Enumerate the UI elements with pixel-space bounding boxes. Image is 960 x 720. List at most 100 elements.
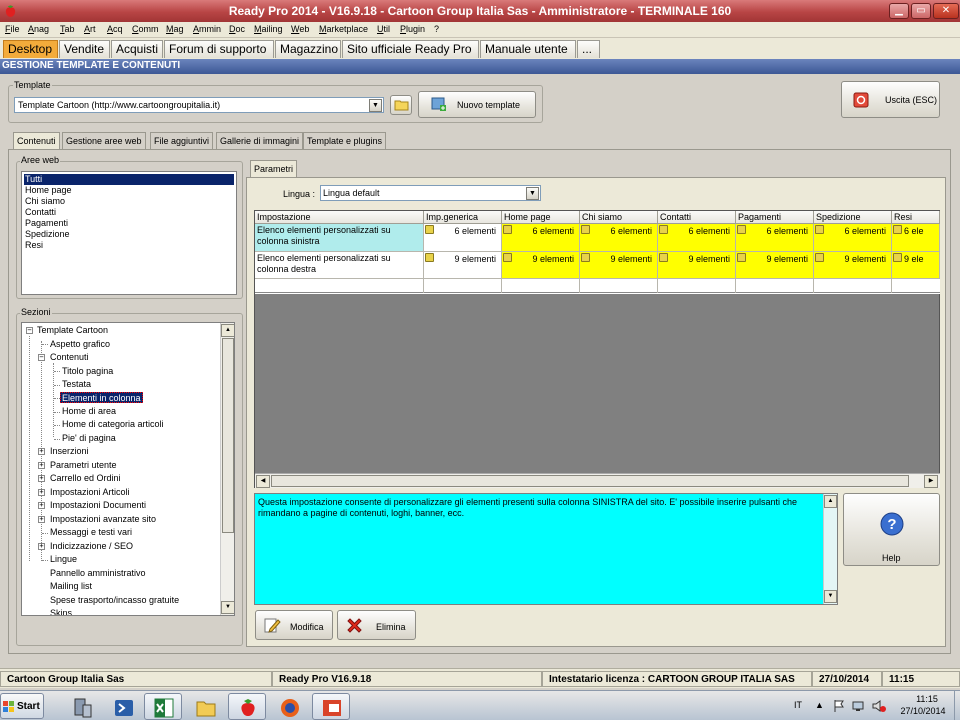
tab-acquisti[interactable]: Acquisti (111, 40, 163, 58)
expand-toggle[interactable]: + (38, 489, 45, 496)
grid-cell[interactable]: 9 elementi (424, 252, 502, 279)
tab-gallerie[interactable]: Gallerie di immagini (216, 132, 304, 149)
expand-toggle[interactable]: + (38, 516, 45, 523)
grid-cell[interactable]: 9 elementi (580, 252, 658, 279)
tab-vendite[interactable]: Vendite (59, 40, 110, 58)
tree-node-home-area[interactable]: Home di area (61, 406, 117, 417)
menu-help[interactable]: ? (434, 24, 439, 34)
collapse-toggle[interactable]: − (26, 327, 33, 334)
tree-node-titolo[interactable]: Titolo pagina (61, 366, 114, 377)
aree-web-list[interactable]: Tutti Home page Chi siamo Contatti Pagam… (21, 171, 237, 295)
tab-sito-ufficiale[interactable]: Sito ufficiale Ready Pro (342, 40, 479, 58)
grid-cell[interactable]: 6 elementi (580, 224, 658, 252)
elimina-button[interactable]: Elimina (337, 610, 416, 640)
scroll-down-icon[interactable]: ▼ (824, 590, 837, 603)
tree-node-messaggi[interactable]: Messaggi e testi vari (49, 527, 133, 538)
col-header-pagamenti[interactable]: Pagamenti (736, 211, 814, 224)
tree-node-carrello[interactable]: Carrello ed Ordini (49, 473, 122, 484)
grid-cell[interactable]: 6 elementi (502, 224, 580, 252)
network-icon[interactable] (852, 699, 866, 713)
tab-parametri[interactable]: Parametri (250, 160, 298, 178)
col-header-contatti[interactable]: Contatti (658, 211, 736, 224)
description-box[interactable]: Questa impostazione consente di personal… (254, 493, 838, 605)
scroll-down-icon[interactable]: ▼ (221, 601, 234, 614)
col-header-chi-siamo[interactable]: Chi siamo (580, 211, 658, 224)
list-item[interactable]: Chi siamo (24, 196, 66, 207)
grid-cell[interactable]: 6 elementi (658, 224, 736, 252)
maximize-button[interactable]: ▭ (911, 3, 931, 19)
tree-node-testata[interactable]: Testata (61, 379, 92, 390)
tree-node-home-categoria[interactable]: Home di categoria articoli (61, 419, 165, 430)
expand-toggle[interactable]: + (38, 448, 45, 455)
scroll-thumb[interactable] (222, 338, 234, 533)
volume-muted-icon[interactable] (872, 699, 886, 713)
grid-cell[interactable]: 6 elementi (736, 224, 814, 252)
tab-manuale[interactable]: Manuale utente (480, 40, 576, 58)
tree-node-imp-avanzate[interactable]: Impostazioni avanzate sito (49, 514, 157, 525)
taskbar-firefox[interactable] (270, 693, 308, 720)
tree-node-imp-documenti[interactable]: Impostazioni Documenti (49, 500, 147, 511)
tree-node-root[interactable]: Template Cartoon (36, 325, 109, 336)
scroll-up-icon[interactable]: ▲ (221, 324, 234, 337)
menu-mag[interactable]: Mag (166, 24, 184, 34)
scroll-right-icon[interactable]: ▶ (924, 475, 938, 488)
tab-desktop[interactable]: Desktop (3, 40, 58, 58)
template-select[interactable]: Template Cartoon (http://www.cartoongrou… (14, 97, 384, 113)
tab-file-aggiuntivi[interactable]: File aggiuntivi (150, 132, 214, 149)
tree-node-parametri[interactable]: Parametri utente (49, 460, 118, 471)
tree-node-pie[interactable]: Pie' di pagina (61, 433, 117, 444)
grid-hscrollbar[interactable]: ◀ ▶ (255, 473, 940, 488)
open-folder-button[interactable] (390, 95, 412, 115)
taskbar-powershell[interactable] (104, 693, 142, 720)
list-item[interactable]: Pagamenti (24, 218, 69, 229)
menu-art[interactable]: Art (84, 24, 96, 34)
minimize-button[interactable]: ▁ (889, 3, 909, 19)
menu-ammin[interactable]: Ammin (193, 24, 221, 34)
taskbar-network-app[interactable] (62, 693, 100, 720)
list-item[interactable]: Spedizione (24, 229, 71, 240)
grid-cell[interactable]: 9 elementi (502, 252, 580, 279)
menu-plugin[interactable]: Plugin (400, 24, 425, 34)
expand-toggle[interactable]: + (38, 475, 45, 482)
modifica-button[interactable]: Modifica (255, 610, 333, 640)
list-item[interactable]: Resi (24, 240, 44, 251)
col-header-home-page[interactable]: Home page (502, 211, 580, 224)
show-desktop-button[interactable] (954, 691, 960, 720)
col-header-imp-generica[interactable]: Imp.generica (424, 211, 502, 224)
grid-cell[interactable]: 6 elementi (814, 224, 892, 252)
menu-anag[interactable]: Anag (28, 24, 49, 34)
grid-cell[interactable]: 6 ele (892, 224, 940, 252)
language-indicator[interactable]: IT (794, 700, 802, 710)
menu-marketplace[interactable]: Marketplace (319, 24, 368, 34)
grid-cell-setting[interactable]: Elenco elementi personalizzati su colonn… (255, 224, 424, 252)
chevron-down-icon[interactable]: ▼ (369, 99, 382, 112)
tree-scrollbar[interactable]: ▲ ▼ (220, 323, 234, 615)
scroll-left-icon[interactable]: ◀ (256, 475, 270, 488)
tree-node-mailing[interactable]: Mailing list (49, 581, 93, 592)
grid-cell-setting[interactable]: Elenco elementi personalizzati su colonn… (255, 252, 424, 279)
tree-node-elementi[interactable]: Elementi in colonna (60, 392, 143, 403)
exit-button[interactable]: Uscita (ESC) (841, 81, 940, 118)
scroll-thumb[interactable] (271, 475, 909, 487)
new-template-button[interactable]: Nuovo template (418, 91, 536, 118)
expand-toggle[interactable]: + (38, 462, 45, 469)
taskbar-excel[interactable] (144, 693, 182, 720)
grid-cell[interactable]: 9 ele (892, 252, 940, 279)
tab-forum[interactable]: Forum di supporto (164, 40, 274, 58)
tab-template-plugins[interactable]: Template e plugins (303, 132, 387, 149)
menu-file[interactable]: File (5, 24, 20, 34)
grid-cell[interactable]: 9 elementi (736, 252, 814, 279)
grid-cell[interactable]: 9 elementi (658, 252, 736, 279)
chevron-down-icon[interactable]: ▼ (526, 187, 539, 200)
clock-date[interactable]: 27/10/2014 (895, 706, 951, 716)
start-button[interactable]: Start (0, 693, 44, 719)
col-header-resi[interactable]: Resi (892, 211, 940, 224)
list-item[interactable]: Contatti (24, 207, 57, 218)
grid-cell[interactable]: 9 elementi (814, 252, 892, 279)
grid-cell[interactable]: 6 elementi (424, 224, 502, 252)
taskbar-readypro[interactable] (228, 693, 266, 720)
menu-web[interactable]: Web (291, 24, 309, 34)
col-header-spedizione[interactable]: Spedizione (814, 211, 892, 224)
clock-time[interactable]: 11:15 (902, 694, 952, 704)
expand-toggle[interactable]: + (38, 543, 45, 550)
